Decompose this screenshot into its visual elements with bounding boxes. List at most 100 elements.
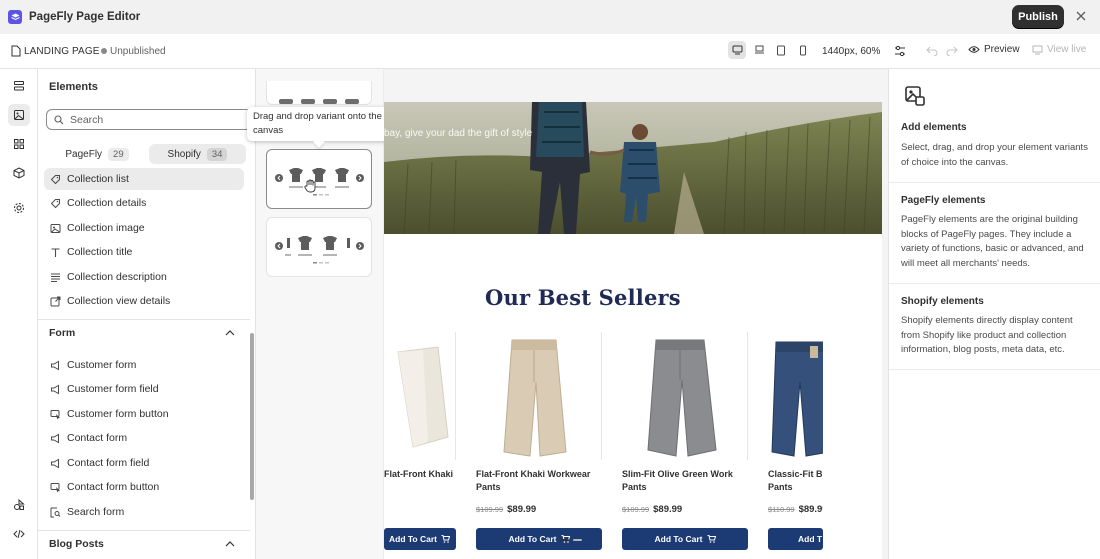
undo-icon[interactable] — [926, 45, 938, 56]
product-image — [620, 332, 748, 460]
rail-sections-button[interactable] — [8, 133, 30, 155]
element-collection-details[interactable]: Collection details — [44, 192, 244, 214]
element-customer-form-field[interactable]: Customer form field — [44, 378, 244, 400]
rail-elements-button[interactable] — [8, 104, 30, 126]
megaphone-icon — [50, 458, 61, 469]
variant-card-1[interactable] — [266, 81, 372, 105]
variant-preview — [275, 168, 364, 196]
laptop-view-button[interactable] — [750, 41, 768, 59]
rail-apps-button[interactable] — [8, 162, 30, 184]
view-live-button[interactable]: View live — [1032, 44, 1086, 55]
tablet-icon — [777, 45, 785, 55]
search-input[interactable] — [70, 113, 240, 126]
element-source-tabs: PageFly 29 Shopify 34 — [46, 144, 252, 164]
rail-code-button[interactable] — [8, 523, 30, 545]
carousel-dot[interactable] — [573, 539, 582, 541]
element-collection-list[interactable]: Collection list — [44, 168, 244, 190]
element-label: Customer form button — [67, 408, 169, 420]
section-title[interactable]: Our Best Sellers — [485, 285, 681, 310]
add-to-cart-label: Add To Cart — [654, 534, 703, 544]
add-to-cart-label: Add To Cart — [388, 534, 437, 544]
code-icon — [13, 529, 25, 539]
element-label: Collection details — [67, 197, 147, 209]
add-to-cart-label: Add T — [798, 534, 823, 544]
hero-image: bay, give your dad the gift of style — [384, 102, 882, 234]
variant-card-2[interactable] — [266, 149, 372, 209]
element-label: Collection list — [67, 173, 129, 185]
info-add-title: Add elements — [901, 122, 967, 133]
element-label: Collection view details — [67, 295, 171, 307]
product-price: $89.99 — [798, 504, 823, 515]
search-box[interactable] — [46, 109, 252, 130]
preview-label: Preview — [984, 44, 1020, 55]
external-icon — [50, 296, 61, 307]
close-icon[interactable] — [1074, 9, 1088, 23]
element-collection-title[interactable]: Collection title — [44, 241, 244, 263]
section-blog-posts-header[interactable]: Blog Posts — [38, 531, 246, 557]
tab-shopify[interactable]: Shopify 34 — [149, 144, 246, 164]
element-label: Contact form — [67, 432, 128, 444]
hero-photo — [384, 102, 882, 234]
monitor-icon — [1032, 45, 1043, 54]
redo-icon[interactable] — [946, 45, 958, 56]
megaphone-icon — [50, 360, 61, 371]
section-blog-posts-title: Blog Posts — [49, 538, 104, 550]
element-contact-form[interactable]: Contact form — [44, 427, 244, 449]
sliders-icon[interactable] — [893, 44, 907, 58]
element-collection-description[interactable]: Collection description — [44, 266, 244, 288]
add-to-cart-button[interactable]: Add T — [768, 528, 823, 550]
publish-status: Unpublished — [110, 46, 166, 57]
carousel-dot[interactable] — [560, 539, 569, 541]
add-to-cart-button[interactable]: Add To Cart — [622, 528, 748, 550]
element-contact-form-button[interactable]: Contact form button — [44, 476, 244, 498]
element-customer-form-button[interactable]: Customer form button — [44, 403, 244, 425]
rail-layers-button[interactable] — [8, 75, 30, 97]
zoom-level[interactable]: 1440px, 60% — [822, 46, 880, 57]
tablet-view-button[interactable] — [772, 41, 790, 59]
preview-button[interactable]: Preview — [968, 44, 1020, 55]
element-collection-view-details[interactable]: Collection view details — [44, 290, 244, 312]
add-to-cart-button[interactable]: Add To Cart — [476, 528, 602, 550]
panel-scrollbar[interactable] — [250, 333, 254, 500]
element-label: Collection image — [67, 222, 145, 234]
tab-pagefly[interactable]: PageFly 29 — [52, 144, 142, 164]
product-prices: $110.99 $89.99 — [768, 504, 823, 515]
element-customer-form[interactable]: Customer form — [44, 354, 244, 376]
section-form-header[interactable]: Form — [38, 320, 246, 346]
desktop-view-button[interactable] — [728, 41, 746, 59]
element-collection-image[interactable]: Collection image — [44, 217, 244, 239]
landing-page-preview: bay, give your dad the gift of style Our… — [384, 102, 882, 559]
product-photo — [503, 339, 567, 457]
rail-settings-button[interactable] — [8, 197, 30, 219]
product-name: Slim-Fit Olive Green Work Pants — [622, 469, 733, 492]
status-dot — [101, 48, 107, 54]
add-to-cart-button[interactable]: Add To Cart — [384, 528, 456, 550]
product-photo — [771, 341, 823, 457]
mobile-icon — [800, 45, 806, 55]
grid-icon — [14, 139, 24, 149]
product-image — [474, 332, 602, 460]
search-icon — [54, 114, 64, 124]
layers-icon — [14, 81, 24, 91]
page-name[interactable]: LANDING PAGE — [24, 46, 99, 57]
publish-button[interactable]: Publish — [1012, 5, 1064, 28]
divider — [889, 283, 1100, 284]
product-card[interactable]: Classic-Fit B Pants $110.99 $89.99 Add T — [766, 332, 823, 559]
variant-card-3[interactable] — [266, 217, 372, 277]
grab-hand-icon — [304, 179, 316, 193]
variant-preview — [275, 236, 364, 264]
editor-canvas[interactable]: bay, give your dad the gift of style Our… — [384, 69, 888, 559]
element-contact-form-field[interactable]: Contact form field — [44, 452, 244, 474]
text-icon — [50, 247, 61, 258]
lines-icon — [50, 272, 61, 283]
info-panel: Add elements Select, drag, and drop your… — [888, 69, 1100, 559]
gear-icon — [14, 203, 24, 213]
divider — [889, 182, 1100, 183]
rail-integrations-button[interactable] — [8, 494, 30, 516]
laptop-icon — [754, 45, 764, 54]
mobile-view-button[interactable] — [794, 41, 812, 59]
app-title: PageFly Page Editor — [29, 11, 141, 23]
element-search-form[interactable]: Search form — [44, 501, 244, 523]
add-element-icon — [14, 110, 24, 120]
tab-shopify-count: 34 — [206, 147, 228, 161]
